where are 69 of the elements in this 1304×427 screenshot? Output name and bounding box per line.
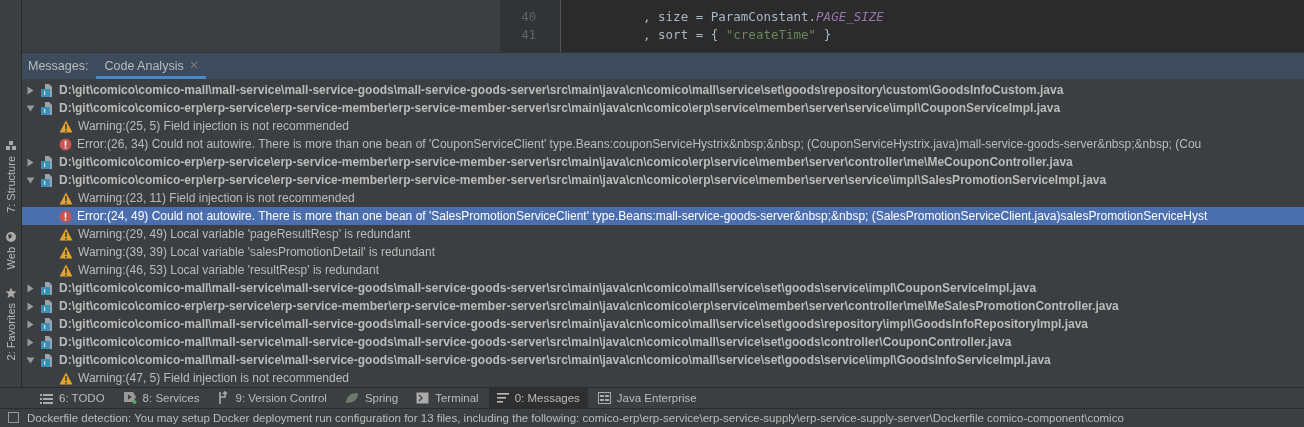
tab-label: Code Analysis: [104, 58, 184, 73]
expanded-arrow-icon[interactable]: [26, 103, 35, 113]
star-icon: [4, 287, 17, 300]
tree-row[interactable]: Warning:(39, 39) Local variable 'salesPromotionDetail' is redundant: [22, 243, 1304, 261]
java-file-icon: [40, 316, 54, 332]
tree-row[interactable]: D:\git\comico\comico-mall\mall-service\mall-service-goods\mall-service-goods-server\src\main\java\cn\comico\mall\service\set\goods\service\impl\GoodsInfoServiceImpl.java: [22, 351, 1304, 369]
play-icon: [122, 391, 137, 405]
code-line: , sort = { "createTime" }: [643, 26, 833, 44]
java-file-icon: [40, 298, 54, 314]
expanded-arrow-icon[interactable]: [26, 175, 35, 185]
expanded-arrow-icon[interactable]: [26, 355, 35, 365]
warning-icon: [59, 191, 73, 205]
table-icon: [597, 391, 611, 404]
tree-row[interactable]: D:\git\comico\comico-erp\erp-service\erp-service-member\erp-service-member-server\src\main\java\cn\comico\erp\service\member\server\controller\me\MeCouponController.java: [22, 153, 1304, 171]
collapsed-arrow-icon[interactable]: [26, 337, 35, 347]
tree-row[interactable]: D:\git\comico\comico-erp\erp-service\erp-service-member\erp-service-member-server\src\main\java\cn\comico\erp\service\member\server\service\impl\SalesPromotionServiceImpl.java: [22, 171, 1304, 189]
java-file-icon: [40, 280, 54, 296]
tool-window-button[interactable]: 8: Services: [114, 388, 208, 408]
tree-row[interactable]: D:\git\comico\comico-erp\erp-service\erp-service-member\erp-service-member-server\src\main\java\cn\comico\erp\service\member\server\service\impl\CouponServiceImpl.java: [22, 99, 1304, 117]
list-icon: [40, 391, 53, 404]
close-icon[interactable]: [189, 60, 198, 69]
tree-row[interactable]: Warning:(29, 49) Local variable 'pageResultResp' is redundant: [22, 225, 1304, 243]
side-tool-button[interactable]: 2: Favorites: [4, 287, 17, 361]
tree-row[interactable]: Error:(24, 49) Could not autowire. There is more than one bean of 'SalesPromotionServiceClient' type.Beans:mall-service-goods-server&nbsp;&nbsp; (SalesPromotionServiceClient.java)salesPromotionServiceHyst: [22, 207, 1304, 225]
structure-icon: [4, 140, 17, 152]
tool-window-button[interactable]: 6: TODO: [32, 388, 113, 408]
tree-row[interactable]: D:\git\comico\comico-erp\erp-service\erp-service-member\erp-service-member-server\src\main\java\cn\comico\erp\service\member\server\controller\me\MeSalesPromotionController.java: [22, 297, 1304, 315]
collapsed-arrow-icon[interactable]: [26, 301, 35, 311]
tree-row[interactable]: Warning:(46, 53) Local variable 'resultResp' is redundant: [22, 261, 1304, 279]
collapsed-arrow-icon[interactable]: [26, 85, 35, 95]
leaf-icon: [344, 391, 359, 404]
tool-window-button[interactable]: Java Enterprise: [589, 388, 705, 408]
globe-icon: [4, 230, 17, 243]
warning-icon: [59, 245, 73, 259]
java-file-icon: [40, 172, 54, 188]
tree-row[interactable]: Warning:(25, 5) Field injection is not recommended: [22, 117, 1304, 135]
collapsed-arrow-icon[interactable]: [26, 157, 35, 167]
collapsed-arrow-icon[interactable]: [26, 283, 35, 293]
side-tool-button[interactable]: Web: [4, 230, 17, 270]
tree-row[interactable]: Warning:(23, 11) Field injection is not recommended: [22, 189, 1304, 207]
tool-window-title: Messages:: [28, 59, 89, 73]
error-icon: [59, 209, 72, 223]
tree-row[interactable]: D:\git\comico\comico-mall\mall-service\mall-service-goods\mall-service-goods-server\src\main\java\cn\comico\mall\service\set\goods\controller\CouponController.java: [22, 333, 1304, 351]
branch-icon: [217, 391, 230, 405]
side-tool-button[interactable]: 7: Structure: [4, 140, 17, 213]
checkbox-icon: [8, 412, 19, 424]
tree-row[interactable]: Warning:(47, 5) Field injection is not recommended: [22, 369, 1304, 387]
warning-icon: [59, 227, 73, 241]
warning-icon: [59, 119, 73, 133]
tree-row[interactable]: Error:(26, 34) Could not autowire. There is more than one bean of 'CouponServiceClient' type.Beans:couponServiceHystrix&nbsp;&nbsp; (CouponServiceHystrix.java)mall-service-goods-server&nbsp;&nbsp; (Cou: [22, 135, 1304, 153]
tool-window-button[interactable]: Spring: [336, 388, 407, 408]
java-file-icon: [40, 334, 54, 350]
java-file-icon: [40, 154, 54, 170]
java-file-icon: [40, 100, 54, 116]
tool-window-button[interactable]: 0: Messages: [488, 388, 588, 408]
messages-icon: [496, 392, 509, 404]
collapsed-arrow-icon[interactable]: [26, 319, 35, 329]
tree-row[interactable]: D:\git\comico\comico-mall\mall-service\mall-service-goods\mall-service-goods-server\src\main\java\cn\comico\mall\service\set\goods\repository\custom\GoodsInfoCustom.java: [22, 81, 1304, 99]
tool-window-button[interactable]: Terminal: [408, 388, 487, 408]
java-file-icon: [40, 82, 54, 98]
terminal-icon: [416, 391, 430, 404]
java-file-icon: [40, 352, 54, 368]
code-line: , size = ParamConstant.PAGE_SIZE: [643, 8, 885, 26]
warning-icon: [59, 263, 73, 277]
tree-row[interactable]: D:\git\comico\comico-mall\mall-service\mall-service-goods\mall-service-goods-server\src\main\java\cn\comico\mall\service\set\goods\service\impl\CouponServiceImpl.java: [22, 279, 1304, 297]
tool-window-button[interactable]: 9: Version Control: [209, 388, 335, 408]
status-message: Dockerfile detection: You may setup Docker deployment run configuration for 13 files, including the following: comico-erp\erp-service\erp-service-supply\erp-service-supply-server\Dockerfile comico-component\comico: [27, 411, 1124, 424]
error-icon: [59, 137, 72, 151]
tree-row[interactable]: D:\git\comico\comico-mall\mall-service\mall-service-goods\mall-service-goods-server\src\main\java\cn\comico\mall\service\set\goods\repository\impl\GoodsInfoRepositoryImpl.java: [22, 315, 1304, 333]
